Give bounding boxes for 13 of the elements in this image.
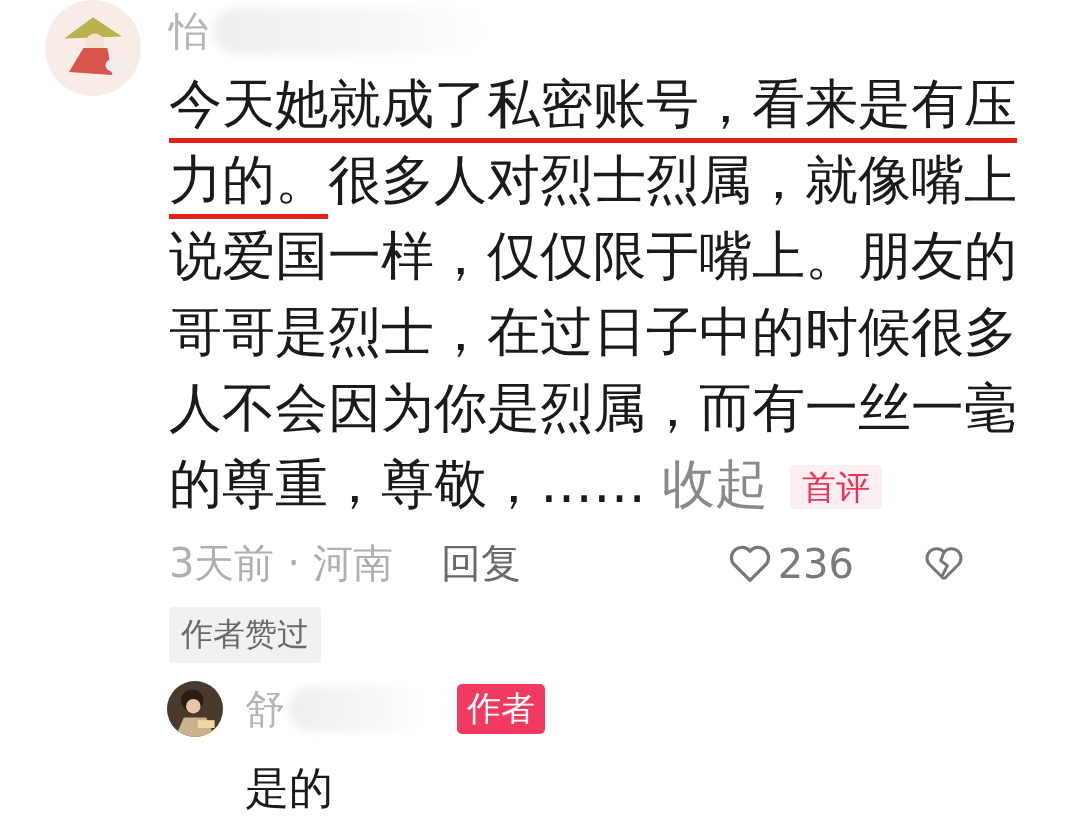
collapse-link[interactable]: 收起 [662, 453, 768, 514]
comment-text: 今天她就成了私密账号，看来是有压力的。很多人对烈士烈属，就像嘴上说爱国一样，仅仅限于嘴上。朋友的哥哥是烈士，在过日子中的时候很多人不会因为你是烈属，而有一丝一毫的尊重，尊敬，…… 收起 首评 [169, 72, 1018, 516]
timestamp: 3天前 · 河南 [169, 539, 393, 588]
reply-text: 是的 [245, 761, 334, 815]
heart-icon[interactable] [727, 543, 772, 584]
author-badge: 作者 [457, 684, 545, 734]
broken-heart-icon[interactable] [924, 544, 964, 583]
username[interactable]: 舒 [245, 681, 285, 737]
reply-button[interactable]: 回复 [440, 536, 521, 591]
like-count: 236 [777, 540, 854, 587]
username[interactable]: 怡 [169, 3, 209, 59]
author-liked-tag: 作者赞过 [169, 607, 321, 663]
first-comment-badge: 首评 [790, 465, 882, 510]
